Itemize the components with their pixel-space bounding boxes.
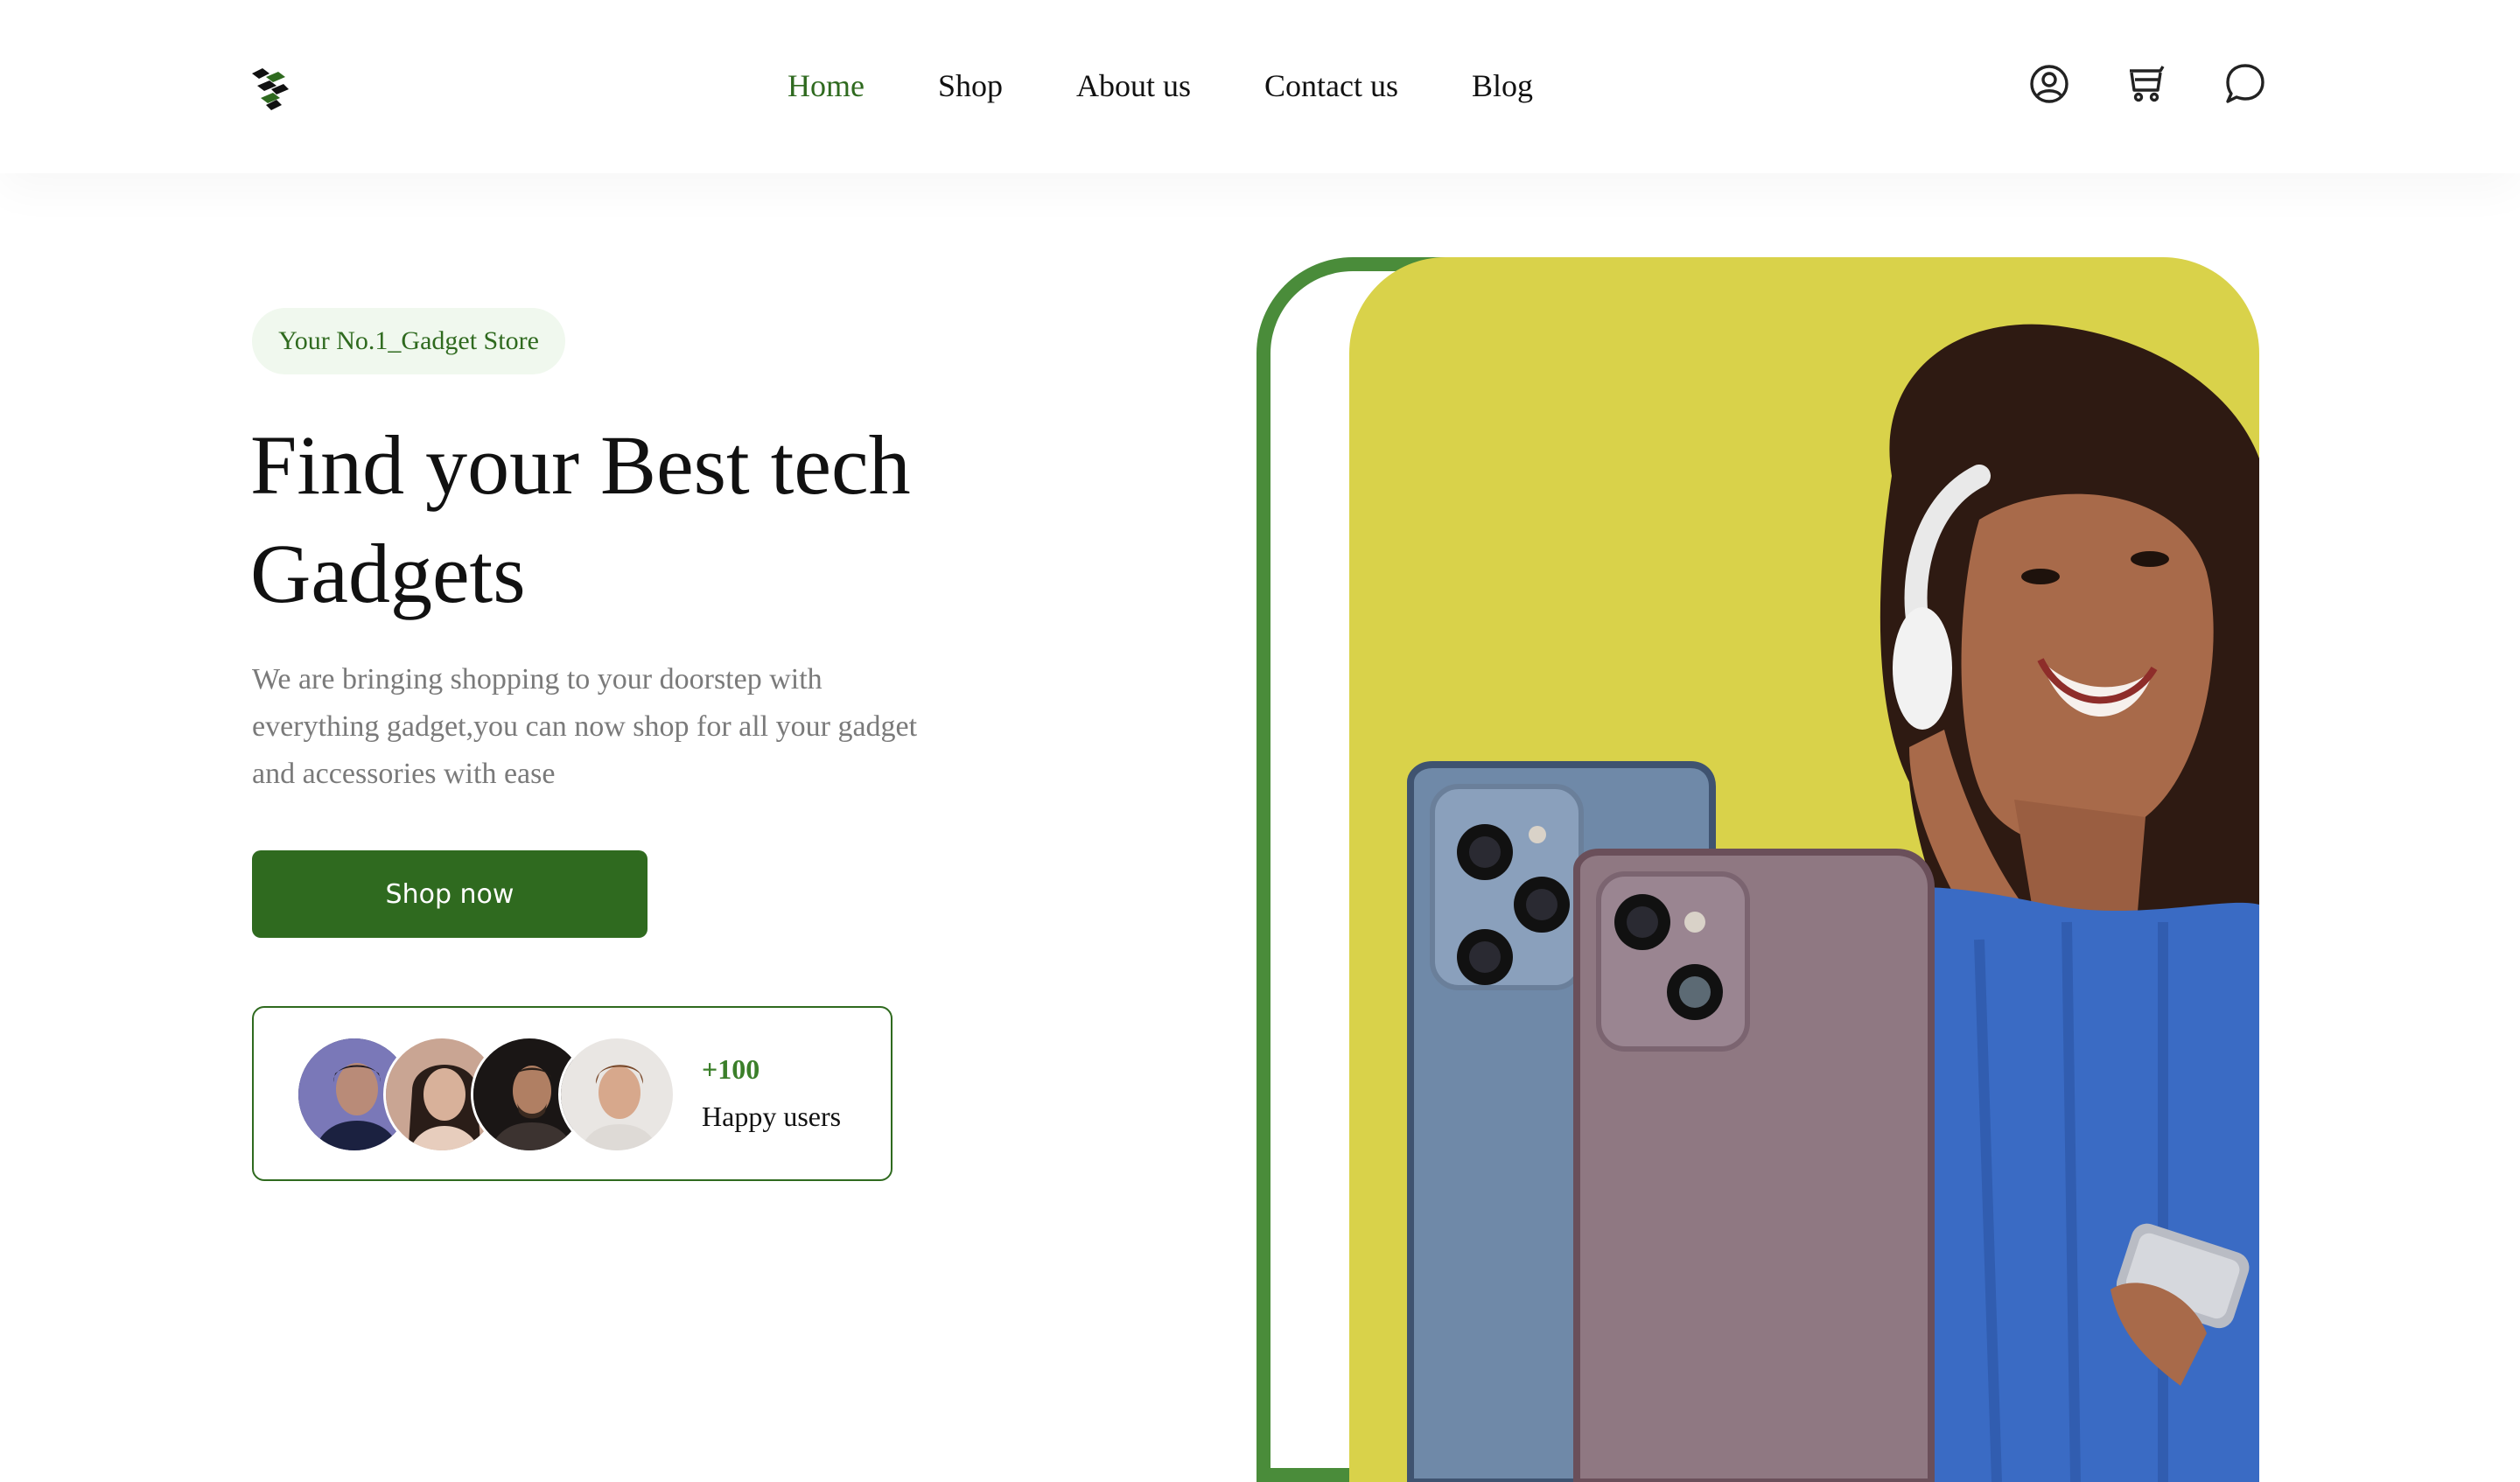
avatar: [558, 1036, 676, 1153]
nav-blog[interactable]: Blog: [1472, 67, 1533, 104]
cart-icon[interactable]: [2124, 61, 2170, 107]
users-count: +100: [702, 1053, 760, 1085]
chat-icon[interactable]: [2222, 61, 2268, 107]
hero-description: We are bringing shopping to your doorste…: [252, 656, 1004, 798]
hero-description-line2: everything gadget,you can now shop for a…: [252, 710, 918, 743]
shop-now-button[interactable]: Shop now: [252, 850, 648, 938]
nav-shop[interactable]: Shop: [938, 67, 1003, 104]
hero-image: [1349, 257, 2259, 1482]
hero-description-line1: We are bringing shopping to your doorste…: [252, 663, 822, 696]
users-label: Happy users: [702, 1101, 842, 1132]
user-icon[interactable]: [2026, 61, 2072, 107]
avatar-group: [296, 1036, 681, 1153]
hero-title: Find your Best tech Gadgets: [250, 411, 1108, 628]
site-header: Home Shop About us Contact us Blog: [0, 0, 2520, 173]
main-nav: Home Shop About us Contact us Blog: [788, 61, 1533, 110]
hero-title-line1: Find your Best tech: [250, 418, 911, 512]
nav-about-us[interactable]: About us: [1076, 67, 1191, 104]
happy-users-card: +100 Happy users: [252, 1006, 892, 1181]
hero-title-line2: Gadgets: [250, 527, 526, 620]
nav-home[interactable]: Home: [788, 67, 864, 104]
hero-description-line3: and accessories with ease: [252, 758, 556, 790]
store-badge: Your No.1_Gadget Store: [252, 308, 565, 374]
nav-contact-us[interactable]: Contact us: [1264, 67, 1398, 104]
logo-icon[interactable]: [250, 68, 292, 112]
